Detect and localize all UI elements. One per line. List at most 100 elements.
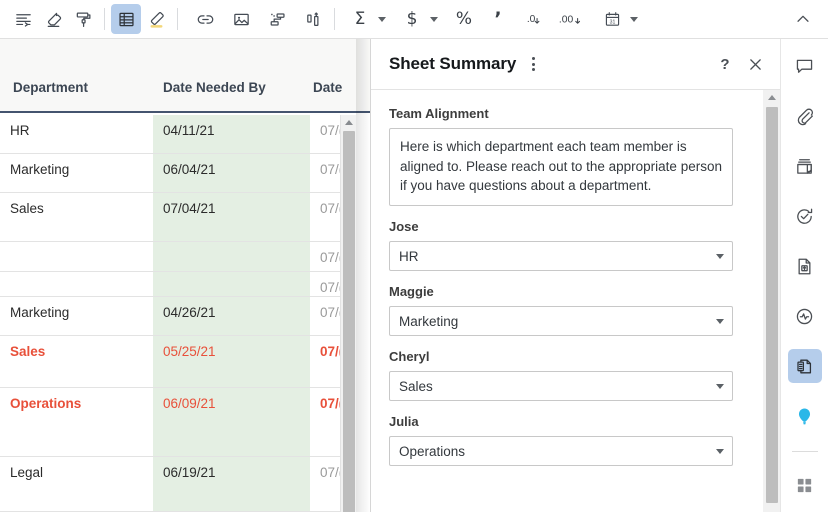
field-dropdown[interactable]: HR bbox=[389, 241, 733, 272]
cell-date-started[interactable]: 07/( bbox=[311, 297, 340, 335]
table-row[interactable]: Legal06/19/2107/( bbox=[0, 457, 340, 512]
table-grid-icon[interactable] bbox=[111, 4, 141, 34]
field-label: Julia bbox=[389, 414, 419, 430]
cell-date-needed-by[interactable] bbox=[153, 272, 310, 296]
more-options-icon[interactable] bbox=[522, 51, 544, 77]
table-row[interactable]: Marketing06/04/2107/( bbox=[0, 154, 340, 193]
decrease-decimal-icon[interactable]: .0 bbox=[525, 4, 551, 34]
cell-department[interactable]: Sales bbox=[10, 336, 150, 387]
help-icon[interactable]: ? bbox=[713, 52, 737, 76]
svg-text:31: 31 bbox=[609, 19, 615, 25]
chevron-down-icon[interactable] bbox=[716, 319, 724, 325]
cell-date-needed-by[interactable]: 07/04/21 bbox=[153, 193, 310, 241]
indent-icon[interactable] bbox=[8, 4, 38, 34]
panel-body: Team Alignment Here is which department e… bbox=[371, 90, 781, 512]
hierarchy-icon[interactable] bbox=[262, 4, 292, 34]
cell-date-needed-by[interactable]: 06/19/21 bbox=[153, 457, 310, 511]
cell-department[interactable]: Marketing bbox=[10, 297, 150, 335]
cell-date-started[interactable]: 07/( bbox=[311, 193, 340, 241]
eraser-icon[interactable] bbox=[38, 4, 68, 34]
column-header-date-started[interactable]: Date bbox=[313, 80, 342, 95]
date-format-icon[interactable]: 31 bbox=[597, 4, 627, 34]
chevron-down-icon[interactable] bbox=[375, 4, 389, 34]
chevron-down-icon[interactable] bbox=[716, 384, 724, 390]
top-toolbar: Σ $ % ’ .0 .00 31 bbox=[0, 0, 828, 39]
cell-date-started[interactable]: 07/( bbox=[311, 154, 340, 192]
proofs-icon[interactable] bbox=[788, 149, 822, 183]
panel-fields-list: Team Alignment Here is which department e… bbox=[371, 90, 763, 479]
cell-department[interactable]: Marketing bbox=[10, 154, 150, 192]
balloon-icon[interactable] bbox=[788, 399, 822, 433]
chevron-down-icon[interactable] bbox=[427, 4, 441, 34]
scroll-up-arrow-icon[interactable] bbox=[341, 115, 357, 129]
table-row[interactable]: HR04/11/2107/( bbox=[0, 115, 340, 154]
panel-header: Sheet Summary ? bbox=[371, 39, 781, 90]
table-row[interactable]: Operations06/09/2107/( bbox=[0, 388, 340, 457]
cell-department[interactable] bbox=[10, 242, 150, 271]
sigma-icon[interactable]: Σ bbox=[345, 4, 375, 34]
scrollbar-thumb[interactable] bbox=[766, 107, 778, 503]
cell-date-started[interactable]: 07/( bbox=[311, 242, 340, 271]
scroll-up-arrow-icon[interactable] bbox=[763, 90, 781, 105]
right-rail bbox=[780, 39, 828, 512]
cell-date-started[interactable]: 07/( bbox=[311, 457, 340, 511]
svg-text:.00: .00 bbox=[559, 14, 574, 25]
dropdown-value: HR bbox=[399, 248, 419, 264]
highlighter-icon[interactable] bbox=[141, 4, 171, 34]
spreadsheet-grid: Department Date Needed By Date HR 04/11/2… bbox=[0, 39, 370, 512]
cell-department[interactable]: Sales bbox=[10, 193, 150, 241]
chart-icon[interactable] bbox=[298, 4, 328, 34]
close-icon[interactable] bbox=[743, 52, 767, 76]
cell-department[interactable] bbox=[10, 272, 150, 296]
cell-department[interactable]: Operations bbox=[10, 388, 150, 456]
cell-date-needed-by[interactable]: 06/04/21 bbox=[153, 154, 310, 192]
conversations-icon[interactable] bbox=[788, 49, 822, 83]
table-row[interactable]: Sales05/25/2107/( bbox=[0, 336, 340, 388]
activity-log-icon[interactable] bbox=[788, 299, 822, 333]
cell-date-needed-by[interactable]: 04/11/21 bbox=[153, 115, 310, 153]
summary-field: Team Alignment Here is which department e… bbox=[389, 106, 745, 207]
chevron-down-icon[interactable] bbox=[716, 449, 724, 455]
column-header-date-needed-by[interactable]: Date Needed By bbox=[163, 80, 266, 95]
field-dropdown[interactable]: Operations bbox=[389, 436, 733, 467]
publish-icon[interactable] bbox=[788, 249, 822, 283]
percent-icon[interactable]: % bbox=[449, 4, 479, 34]
cell-department[interactable]: HR bbox=[10, 115, 150, 153]
summary-field: Cheryl Sales bbox=[389, 349, 745, 402]
update-requests-icon[interactable] bbox=[788, 199, 822, 233]
table-row[interactable]: 07/( bbox=[0, 242, 340, 272]
table-row[interactable]: 07/( bbox=[0, 272, 340, 297]
cell-department[interactable]: Legal bbox=[10, 457, 150, 511]
format-painter-icon[interactable] bbox=[68, 4, 98, 34]
cell-date-needed-by[interactable]: 05/25/21 bbox=[153, 336, 310, 387]
toolbar-separator bbox=[177, 8, 178, 30]
cell-date-needed-by[interactable]: 06/09/21 bbox=[153, 388, 310, 456]
collapse-toolbar-icon[interactable] bbox=[788, 4, 818, 34]
field-textarea[interactable]: Here is which department each team membe… bbox=[389, 128, 733, 207]
field-dropdown[interactable]: Sales bbox=[389, 371, 733, 402]
increase-decimal-icon[interactable]: .00 bbox=[557, 4, 587, 34]
apps-grid-icon[interactable] bbox=[788, 468, 822, 502]
cell-date-started[interactable]: 07/( bbox=[311, 115, 340, 153]
scrollbar-thumb[interactable] bbox=[343, 131, 355, 512]
chevron-down-icon[interactable] bbox=[627, 4, 641, 34]
link-icon[interactable] bbox=[190, 4, 220, 34]
image-icon[interactable] bbox=[226, 4, 256, 34]
comma-icon[interactable]: ’ bbox=[483, 4, 513, 34]
cell-date-needed-by[interactable] bbox=[153, 242, 310, 271]
attachments-icon[interactable] bbox=[788, 99, 822, 133]
rail-divider bbox=[791, 451, 818, 452]
cell-date-needed-by[interactable]: 04/26/21 bbox=[153, 297, 310, 335]
grid-vertical-scrollbar[interactable] bbox=[340, 115, 356, 512]
column-header-department[interactable]: Department bbox=[13, 80, 88, 95]
cell-date-started[interactable]: 07/( bbox=[311, 272, 340, 296]
cell-date-started[interactable]: 07/( bbox=[311, 388, 340, 456]
sheet-summary-icon[interactable] bbox=[787, 349, 822, 383]
table-row[interactable]: Sales07/04/2107/( bbox=[0, 193, 340, 242]
currency-icon[interactable]: $ bbox=[397, 4, 427, 34]
table-row[interactable]: Marketing04/26/2107/( bbox=[0, 297, 340, 336]
field-dropdown[interactable]: Marketing bbox=[389, 306, 733, 337]
panel-vertical-scrollbar[interactable] bbox=[763, 90, 781, 512]
chevron-down-icon[interactable] bbox=[716, 254, 724, 260]
cell-date-started[interactable]: 07/( bbox=[311, 336, 340, 387]
